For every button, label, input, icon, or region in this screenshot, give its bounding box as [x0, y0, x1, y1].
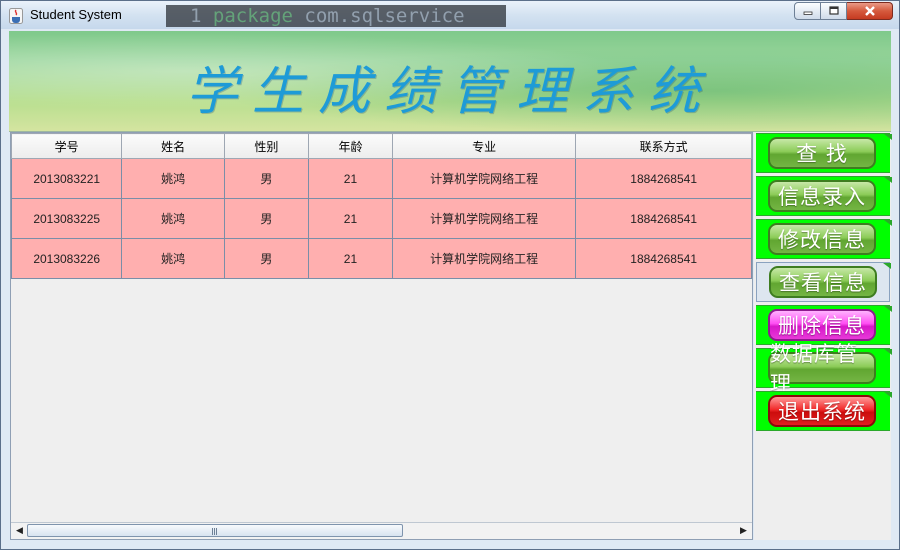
- cell-major[interactable]: 计算机学院网络工程: [392, 198, 577, 239]
- column-header-contact[interactable]: 联系方式: [575, 133, 752, 159]
- banner-title: 学生成绩管理系统: [185, 62, 714, 122]
- cell-age[interactable]: 21: [307, 158, 394, 199]
- grip-icon: [212, 528, 218, 535]
- sidebar-tab-exit[interactable]: 退出系统: [756, 391, 892, 431]
- cell-contact[interactable]: 1884268541: [575, 198, 752, 239]
- column-header-major[interactable]: 专业: [392, 133, 577, 159]
- cell-student-id[interactable]: 2013083226: [11, 238, 123, 279]
- sidebar-tab-edit-info[interactable]: 修改信息: [756, 219, 892, 259]
- title-bar[interactable]: Student System 1 package com.sqlservice: [1, 1, 899, 29]
- table-row[interactable]: 2013083226 姚鸿 男 21 计算机学院网络工程 1884268541: [11, 238, 752, 279]
- scroll-right-icon[interactable]: ▶: [736, 524, 751, 538]
- cell-student-id[interactable]: 2013083225: [11, 198, 123, 239]
- cell-gender[interactable]: 男: [223, 198, 309, 239]
- table-row[interactable]: 2013083225 姚鸿 男 21 计算机学院网络工程 1884268541: [11, 198, 752, 239]
- cell-major[interactable]: 计算机学院网络工程: [392, 238, 577, 279]
- add-info-button[interactable]: 信息录入: [768, 180, 876, 212]
- cell-contact[interactable]: 1884268541: [575, 238, 752, 279]
- background-code-text: 1 package com.sqlservice: [166, 5, 506, 27]
- java-app-icon: [9, 8, 23, 24]
- column-header-age[interactable]: 年龄: [307, 133, 394, 159]
- column-header-name[interactable]: 姓名: [121, 133, 225, 159]
- delete-info-button[interactable]: 删除信息: [768, 309, 876, 341]
- database-management-button[interactable]: 数据库管理: [768, 342, 876, 396]
- cell-gender[interactable]: 男: [223, 158, 309, 199]
- scroll-left-icon[interactable]: ◀: [12, 524, 27, 538]
- view-info-button[interactable]: 查看信息: [769, 266, 877, 298]
- cell-major[interactable]: 计算机学院网络工程: [392, 158, 577, 199]
- sidebar-tab-view-info[interactable]: 查看信息: [756, 262, 891, 302]
- app-window: Student System 1 package com.sqlservice …: [0, 0, 900, 550]
- window-controls: [794, 2, 893, 21]
- cell-age[interactable]: 21: [307, 198, 394, 239]
- close-button[interactable]: [847, 2, 893, 20]
- header-banner: 学生成绩管理系统: [9, 31, 891, 132]
- sidebar-tab-search[interactable]: 查 找: [756, 133, 892, 173]
- sidebar: 查 找 信息录入 修改信息 查看信息 删除信息 数据库管理 退出系统: [754, 132, 892, 540]
- cell-contact[interactable]: 1884268541: [575, 158, 752, 199]
- cell-name[interactable]: 姚鸿: [121, 198, 225, 239]
- edit-info-button[interactable]: 修改信息: [768, 223, 876, 255]
- minimize-icon: [803, 11, 812, 15]
- sidebar-tab-database[interactable]: 数据库管理: [756, 342, 892, 396]
- sidebar-tab-add-info[interactable]: 信息录入: [756, 176, 892, 216]
- cell-age[interactable]: 21: [307, 238, 394, 279]
- student-table: 学号 姓名 性别 年龄 专业 联系方式 2013083221 姚鸿 男 21 计…: [11, 133, 752, 279]
- cell-name[interactable]: 姚鸿: [121, 238, 225, 279]
- search-button[interactable]: 查 找: [768, 137, 876, 169]
- exit-system-button[interactable]: 退出系统: [768, 395, 876, 427]
- sidebar-empty-area: [754, 432, 891, 540]
- table-row[interactable]: 2013083221 姚鸿 男 21 计算机学院网络工程 1884268541: [11, 158, 752, 199]
- table-header-row: 学号 姓名 性别 年龄 专业 联系方式: [11, 133, 752, 159]
- close-icon: [864, 6, 875, 16]
- horizontal-scrollbar[interactable]: ◀ ▶: [11, 522, 752, 539]
- maximize-button[interactable]: [821, 2, 847, 20]
- cell-student-id[interactable]: 2013083221: [11, 158, 123, 199]
- column-header-gender[interactable]: 性别: [223, 133, 309, 159]
- minimize-button[interactable]: [794, 2, 821, 20]
- maximize-icon: [828, 6, 839, 15]
- cell-gender[interactable]: 男: [223, 238, 309, 279]
- column-header-student-id[interactable]: 学号: [11, 133, 123, 159]
- student-table-panel: 学号 姓名 性别 年龄 专业 联系方式 2013083221 姚鸿 男 21 计…: [10, 132, 753, 540]
- scrollbar-thumb[interactable]: [27, 524, 403, 537]
- window-title: Student System: [30, 7, 122, 22]
- cell-name[interactable]: 姚鸿: [121, 158, 225, 199]
